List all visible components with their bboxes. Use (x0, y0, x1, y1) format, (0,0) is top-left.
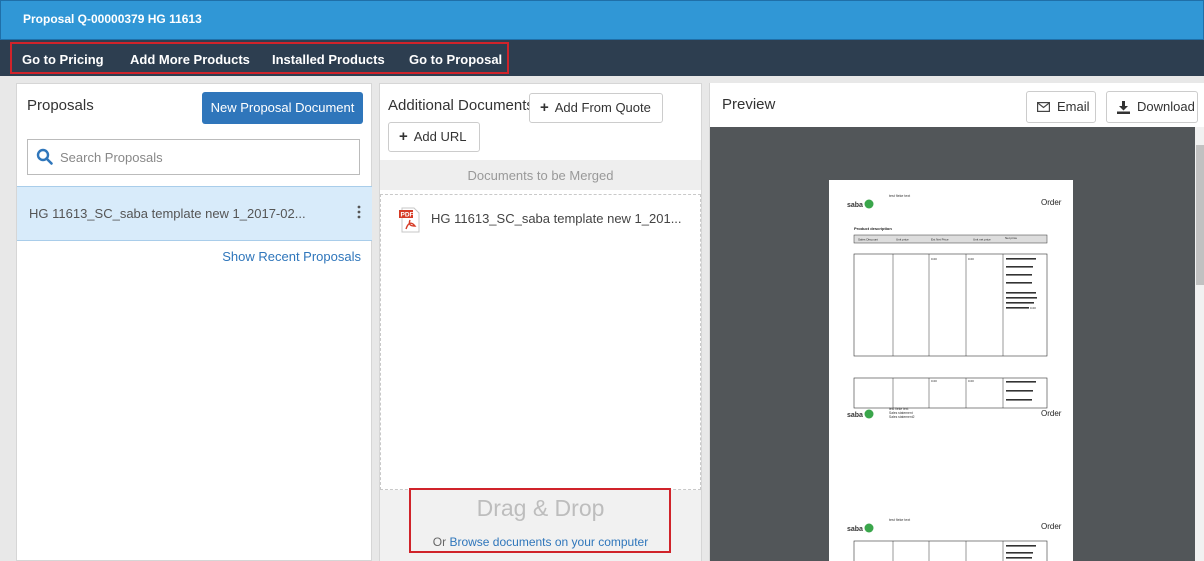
download-label: Download (1137, 99, 1195, 114)
merge-document-item[interactable]: PDF HG 11613_SC_saba template new 1_201.… (399, 207, 682, 233)
page-footer-order-label: Order (1041, 409, 1062, 418)
document-preview-area[interactable]: saba test fieke text Order Product descr… (710, 127, 1195, 561)
proposal-item-label: HG 11613_SC_saba template new 1_2017-02.… (29, 206, 306, 221)
page2-header-text: test fieke text (889, 518, 910, 522)
page-order-label: Order (1041, 198, 1062, 207)
pdf-file-icon: PDF (399, 207, 420, 233)
kebab-icon[interactable] (356, 205, 362, 219)
logo-mark-icon (864, 409, 874, 419)
preview-page-2-content: saba test fieke text Order (847, 518, 1062, 561)
envelope-icon (1037, 102, 1050, 112)
logo-mark-icon (864, 199, 874, 209)
merge-header: Documents to be Merged (380, 160, 701, 190)
page-table-body (853, 253, 1048, 357)
page-col-unit-net-price: Unit net price (973, 238, 991, 242)
additional-documents-heading: Additional Documents (388, 97, 534, 114)
drag-drop-highlight-box (409, 488, 671, 553)
plus-icon: + (399, 128, 408, 145)
preview-scrollbar[interactable] (1195, 127, 1204, 561)
page-col-net-price: Net price (1005, 236, 1017, 240)
search-icon (36, 148, 53, 165)
page-value-1: 0.00 (931, 257, 937, 261)
page2-order-label: Order (1041, 522, 1062, 531)
page2-logo-text: saba (847, 526, 863, 533)
download-icon (1117, 101, 1130, 114)
page-total-value: 0.00 (1030, 306, 1036, 310)
proposals-heading: Proposals (27, 97, 94, 114)
pdf-badge-text: PDF (401, 212, 414, 219)
preview-page-content: saba test fieke text Order Product descr… (847, 194, 1062, 419)
page-col-unit-price: Unit price (896, 238, 909, 242)
search-proposals-input[interactable] (60, 146, 350, 168)
add-url-label: Add URL (413, 129, 467, 144)
proposals-panel: Proposals New Proposal Document HG 11613… (16, 83, 372, 561)
page-table-header-row (853, 234, 1048, 244)
merge-list[interactable]: PDF HG 11613_SC_saba template new 1_201.… (380, 194, 701, 490)
email-label: Email (1057, 99, 1090, 114)
page-product-description: Product description (854, 226, 892, 231)
download-button[interactable]: Download (1106, 91, 1198, 123)
search-proposals-box[interactable] (27, 139, 360, 175)
window-title: Proposal Q-00000379 HG 11613 (23, 12, 202, 26)
show-recent-proposals-link[interactable]: Show Recent Proposals (222, 249, 361, 264)
add-url-button[interactable]: + Add URL (388, 122, 480, 152)
page-logo-text: saba (847, 202, 863, 209)
page-summary-value-1: 0.00 (931, 379, 937, 383)
page-value-2: 0.00 (968, 257, 974, 261)
page-footer-logo-text: saba (847, 412, 863, 419)
preview-heading: Preview (722, 96, 776, 113)
preview-scroll-thumb[interactable] (1196, 145, 1204, 285)
merge-document-label: HG 11613_SC_saba template new 1_201... (431, 211, 682, 226)
page-summary-value-2: 0.00 (968, 379, 974, 383)
plus-icon: + (540, 99, 549, 116)
logo-mark-icon (864, 523, 874, 533)
add-from-quote-label: Add From Quote (554, 100, 651, 115)
preview-panel: Preview Email Download saba test fieke t… (709, 83, 1204, 561)
nav-highlight-box (10, 42, 509, 74)
documents-to-be-merged-label: Documents to be Merged (467, 168, 614, 183)
preview-page: saba test fieke text Order Product descr… (829, 180, 1073, 500)
title-bar: Proposal Q-00000379 HG 11613 (0, 0, 1204, 40)
page-col-sales-discount: Sales Discount (858, 238, 878, 242)
page-footer-line-3: Sales statement2 (889, 415, 915, 419)
new-proposal-document-button[interactable]: New Proposal Document (202, 92, 363, 124)
proposal-list-item[interactable]: HG 11613_SC_saba template new 1_2017-02.… (17, 186, 372, 241)
page-header-text: test fieke text (889, 194, 910, 198)
email-button[interactable]: Email (1026, 91, 1096, 123)
add-from-quote-button[interactable]: + Add From Quote (529, 93, 663, 123)
preview-page-2: saba test fieke text Order (829, 500, 1073, 561)
page-col-ext-net-price: Ext Net Price (931, 238, 949, 242)
